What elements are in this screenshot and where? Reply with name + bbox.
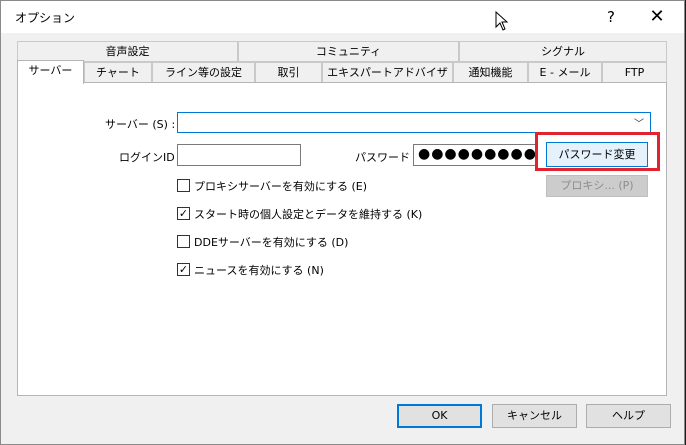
close-icon[interactable]: ✕ [637, 5, 677, 29]
red-highlight-box [535, 132, 660, 171]
tab-server[interactable]: サーバー [17, 60, 84, 84]
tab-community[interactable]: コミュニティ [238, 41, 459, 62]
tab-expert-advisor[interactable]: エキスパートアドバイザ [322, 62, 453, 83]
password-label: パスワード : [355, 151, 418, 164]
login-id-input[interactable] [177, 144, 301, 166]
server-combobox[interactable]: ﹀ [177, 112, 651, 133]
enable-dde-label: DDEサーバーを有効にする (D) [194, 236, 349, 249]
server-label: サーバー (S) : [105, 118, 176, 131]
tab-ftp[interactable]: FTP [602, 62, 667, 83]
keep-settings-label: スタート時の個人設定とデータを維持する (K) [194, 208, 423, 221]
login-id-label: ログインID : [119, 151, 182, 164]
tab-trade[interactable]: 取引 [255, 62, 322, 83]
chevron-down-icon[interactable]: ﹀ [634, 115, 644, 130]
proxy-button[interactable]: プロキシ... (P) [546, 175, 648, 197]
window-title: オプション [15, 11, 76, 25]
password-input[interactable]: ●●●●●●●●●●●● [413, 144, 537, 166]
help-button[interactable]: ヘルプ [586, 404, 671, 428]
enable-proxy-label: プロキシサーバーを有効にする (E) [194, 180, 368, 193]
enable-dde-checkbox[interactable] [177, 235, 190, 248]
enable-news-checkbox[interactable]: ✓ [177, 263, 190, 276]
keep-settings-checkbox[interactable]: ✓ [177, 207, 190, 220]
ok-button[interactable]: OK [397, 404, 482, 428]
title-bar: オプション ? ✕ [1, 1, 684, 33]
options-dialog: オプション ? ✕ 音声設定 コミュニティ シグナル サーバー チャート ライン… [0, 0, 685, 445]
tab-chart[interactable]: チャート [84, 62, 152, 83]
mouse-cursor-icon [495, 11, 509, 31]
help-icon[interactable]: ? [591, 5, 631, 29]
tab-signal[interactable]: シグナル [459, 41, 667, 62]
tab-sound[interactable]: 音声設定 [17, 41, 238, 62]
enable-proxy-checkbox[interactable] [177, 179, 190, 192]
password-dots: ●●●●●●●●●●●● [418, 146, 537, 162]
tab-notifications[interactable]: 通知機能 [453, 62, 528, 83]
cancel-button[interactable]: キャンセル [492, 404, 577, 428]
tab-line-settings[interactable]: ライン等の設定 [152, 62, 255, 83]
tab-email[interactable]: E - メール [528, 62, 602, 83]
enable-news-label: ニュースを有効にする (N) [194, 264, 324, 277]
